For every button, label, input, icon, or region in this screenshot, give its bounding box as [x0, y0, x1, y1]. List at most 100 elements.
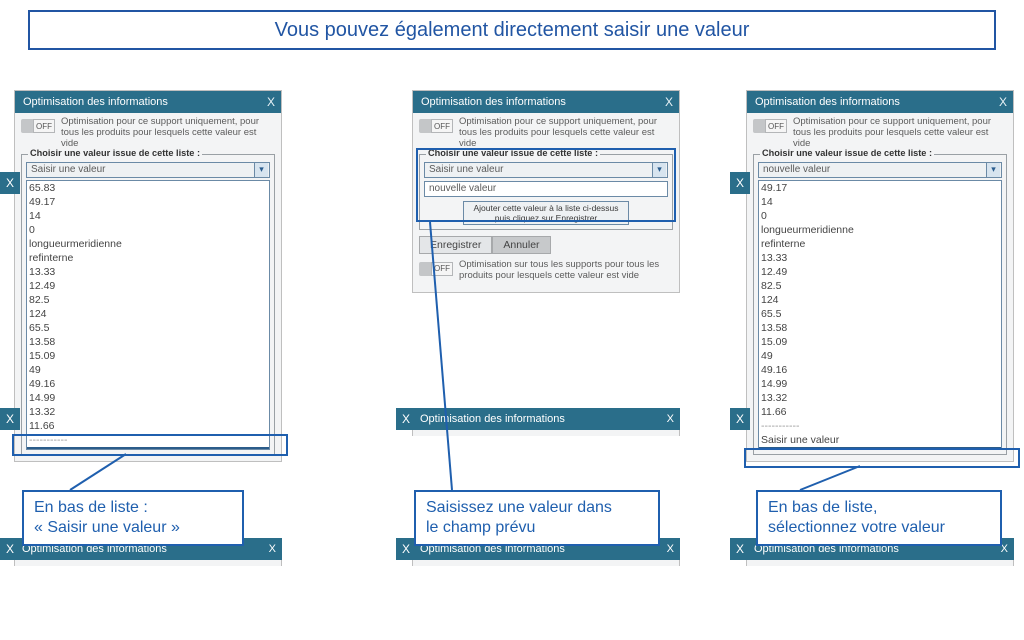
- value-listbox[interactable]: 65.8349.17140longueurmeridiennerefintern…: [26, 180, 270, 450]
- list-item[interactable]: 13.58: [761, 321, 999, 335]
- list-item[interactable]: 12.49: [29, 279, 267, 293]
- list-item[interactable]: longueurmeridienne: [29, 237, 267, 251]
- fieldset-legend: Choisir une valeur issue de cette liste …: [760, 148, 934, 158]
- list-item-selected[interactable]: Saisir une valeur▾: [27, 447, 269, 450]
- close-icon[interactable]: X: [0, 172, 20, 194]
- list-item[interactable]: 14: [761, 195, 999, 209]
- list-item[interactable]: 82.5: [761, 279, 999, 293]
- list-item[interactable]: 49.17: [761, 181, 999, 195]
- list-item[interactable]: 15.09: [29, 349, 267, 363]
- close-icon[interactable]: X: [0, 408, 20, 430]
- list-item[interactable]: 49.17: [29, 195, 267, 209]
- callout-line: le champ prévu: [426, 518, 648, 538]
- close-icon[interactable]: X: [730, 172, 750, 194]
- dialog-fragment: [746, 560, 1014, 566]
- list-item[interactable]: 12.49: [761, 265, 999, 279]
- dialog-header[interactable]: Optimisation des informations X: [747, 91, 1013, 113]
- dropdown-value: nouvelle valeur: [763, 164, 830, 175]
- toggle-off[interactable]: [419, 119, 453, 133]
- toggle-description: Optimisation pour ce support uniquement,…: [61, 117, 275, 150]
- list-item[interactable]: 13.58: [29, 335, 267, 349]
- toggle-description: Optimisation sur tous les supports pour …: [459, 260, 673, 282]
- dialog-header[interactable]: Optimisation des informations X: [413, 91, 679, 113]
- list-item[interactable]: 49.16: [761, 363, 999, 377]
- list-item[interactable]: 0: [761, 209, 999, 223]
- dropdown-placeholder: Saisir une valeur: [31, 164, 105, 175]
- list-item[interactable]: 13.33: [761, 251, 999, 265]
- list-item[interactable]: 0: [29, 223, 267, 237]
- chevron-down-icon: ▾: [254, 163, 268, 177]
- list-item[interactable]: 65.5: [29, 321, 267, 335]
- callout-step2: Saisissez une valeur dans le champ prévu: [414, 490, 660, 546]
- close-icon: X: [269, 543, 276, 555]
- list-item[interactable]: 49: [761, 349, 999, 363]
- close-icon[interactable]: X: [267, 91, 275, 113]
- toggle-off[interactable]: [419, 262, 453, 276]
- list-item[interactable]: longueurmeridienne: [761, 223, 999, 237]
- callout-line: En bas de liste,: [768, 498, 990, 518]
- fieldset-legend: Choisir une valeur issue de cette liste …: [28, 148, 202, 158]
- dialog-header-shadow: Optimisation des informations X: [412, 408, 680, 430]
- instruction-banner: Vous pouvez également directement saisir…: [28, 10, 996, 50]
- dropdown-placeholder: Saisir une valeur: [429, 164, 503, 175]
- list-item[interactable]: 11.66: [761, 405, 999, 419]
- list-item[interactable]: 13.32: [29, 405, 267, 419]
- hint-line: Ajouter cette valeur à la liste ci-dessu…: [466, 203, 626, 213]
- callout-line: Saisissez une valeur dans: [426, 498, 648, 518]
- list-item[interactable]: 11.66: [29, 419, 267, 433]
- dialog-step3: Optimisation des informations X Optimisa…: [746, 90, 1014, 462]
- chevron-down-icon: ▾: [986, 163, 1000, 177]
- close-icon[interactable]: X: [999, 91, 1007, 113]
- list-item[interactable]: Saisir une valeur: [761, 433, 999, 447]
- hint-line: puis cliquez sur Enregistrer: [466, 213, 626, 223]
- toggle-off[interactable]: [21, 119, 55, 133]
- list-item[interactable]: 14.99: [29, 391, 267, 405]
- callout-line: sélectionnez votre valeur: [768, 518, 990, 538]
- callout-line: « Saisir une valeur »: [34, 518, 232, 538]
- value-dropdown[interactable]: Saisir une valeur ▾: [424, 162, 668, 178]
- save-button[interactable]: Enregistrer: [419, 236, 492, 254]
- dialog-step1: Optimisation des informations X Optimisa…: [14, 90, 282, 462]
- list-item[interactable]: 13.33: [29, 265, 267, 279]
- callout-line: En bas de liste :: [34, 498, 232, 518]
- toggle-off[interactable]: [753, 119, 787, 133]
- list-item[interactable]: refinterne: [761, 237, 999, 251]
- close-icon[interactable]: X: [730, 408, 750, 430]
- close-icon: X: [667, 543, 674, 555]
- input-value: nouvelle valeur: [429, 183, 496, 194]
- list-item[interactable]: 124: [29, 307, 267, 321]
- toggle-description: Optimisation pour ce support uniquement,…: [459, 117, 673, 150]
- list-separator: -----------: [29, 433, 267, 447]
- list-item[interactable]: 13.32: [761, 391, 999, 405]
- add-value-hint[interactable]: Ajouter cette valeur à la liste ci-dessu…: [463, 201, 629, 225]
- dialog-body: Optimisation pour ce support uniquement,…: [413, 113, 679, 292]
- value-fieldset: Choisir une valeur issue de cette liste …: [753, 154, 1007, 455]
- value-listbox[interactable]: 49.17140longueurmeridiennerefinterne13.3…: [758, 180, 1002, 450]
- dialog-title: Optimisation des informations: [755, 96, 900, 108]
- value-fieldset: Choisir une valeur issue de cette liste …: [419, 154, 673, 230]
- list-item-selected[interactable]: nouvelle valeur▾: [759, 447, 1001, 450]
- cancel-button[interactable]: Annuler: [492, 236, 550, 254]
- list-item[interactable]: 14: [29, 209, 267, 223]
- close-icon[interactable]: X: [665, 91, 673, 113]
- fieldset-legend: Choisir une valeur issue de cette liste …: [426, 148, 600, 158]
- list-item[interactable]: 49.16: [29, 377, 267, 391]
- list-item[interactable]: 14.99: [761, 377, 999, 391]
- callout-step3: En bas de liste, sélectionnez votre vale…: [756, 490, 1002, 546]
- dialog-title: Optimisation des informations: [420, 413, 565, 425]
- close-icon[interactable]: X: [0, 538, 20, 560]
- value-dropdown[interactable]: Saisir une valeur ▾: [26, 162, 270, 178]
- list-item[interactable]: 82.5: [29, 293, 267, 307]
- list-item[interactable]: 124: [761, 293, 999, 307]
- dialog-header[interactable]: Optimisation des informations X: [15, 91, 281, 113]
- list-item[interactable]: 65.5: [761, 307, 999, 321]
- value-dropdown[interactable]: nouvelle valeur ▾: [758, 162, 1002, 178]
- new-value-input[interactable]: nouvelle valeur: [424, 181, 668, 197]
- chevron-down-icon: ▾: [652, 163, 666, 177]
- list-item[interactable]: 15.09: [761, 335, 999, 349]
- list-item[interactable]: 65.83: [29, 181, 267, 195]
- list-item[interactable]: 49: [29, 363, 267, 377]
- dialog-title: Optimisation des informations: [23, 96, 168, 108]
- list-item[interactable]: refinterne: [29, 251, 267, 265]
- stage: Optimisation des informations X Optimisa…: [0, 72, 1024, 568]
